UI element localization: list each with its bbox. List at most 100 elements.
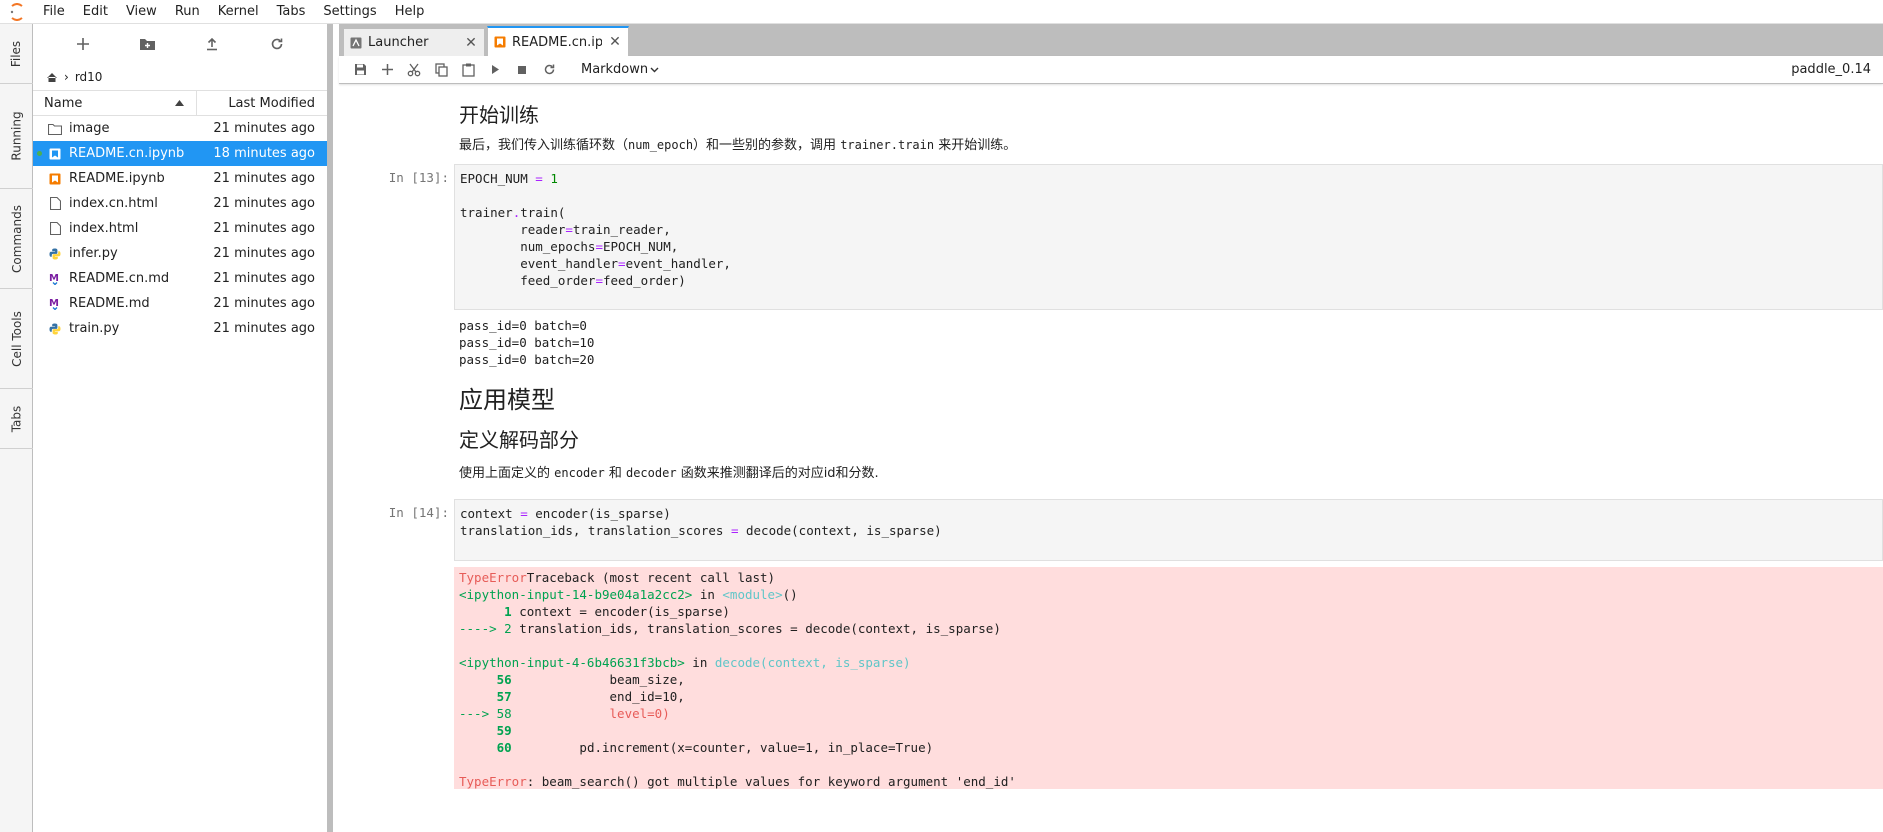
plus-icon [77, 38, 90, 50]
menu-bar: File Edit View Run Kernel Tabs Settings … [0, 0, 1883, 24]
menu-tabs[interactable]: Tabs [268, 0, 315, 24]
breadcrumb: › rd10 [33, 64, 327, 90]
output-line: pass_id=0 batch=10 [459, 335, 595, 350]
menu-run[interactable]: Run [166, 0, 209, 24]
left-activity-bar: Files Running Commands Cell Tools Tabs [0, 24, 33, 832]
file-item[interactable]: index.cn.html 21 minutes ago [33, 191, 327, 216]
paste-button[interactable] [455, 58, 481, 82]
kernel-name[interactable]: paddle_0.14 [1791, 62, 1871, 77]
file-name: infer.py [69, 246, 118, 261]
file-modified: 21 minutes ago [213, 271, 315, 286]
new-folder-button[interactable] [134, 30, 162, 58]
notebook-toolbar: Markdown paddle_0.14 [339, 56, 1883, 84]
cut-button[interactable] [401, 58, 427, 82]
insert-cell-button[interactable] [374, 58, 400, 82]
paste-icon [461, 63, 475, 77]
file-name: index.cn.html [69, 196, 158, 211]
file-name: README.cn.ipynb [69, 146, 185, 161]
close-icon[interactable]: ✕ [464, 35, 478, 51]
interrupt-button[interactable] [509, 58, 535, 82]
column-header-name[interactable]: Name [33, 91, 197, 115]
chevron-down-icon [650, 67, 659, 72]
output-line: pass_id=0 batch=0 [459, 318, 587, 333]
decoder-description: 使用上面定义的 encoder 和 decoder 函数来推测翻译后的对应id和… [459, 466, 879, 481]
left-tab-tabs[interactable]: Tabs [0, 389, 33, 449]
file-icon [47, 196, 63, 212]
restart-kernel-button[interactable] [536, 58, 562, 82]
code-cell-14[interactable]: context = encoder(is_sparse) translation… [454, 499, 1883, 561]
left-tab-commands[interactable]: Commands [0, 189, 33, 289]
scissors-icon [407, 63, 421, 76]
refresh-icon [271, 38, 283, 50]
file-modified: 21 minutes ago [213, 121, 315, 136]
cell-type-dropdown[interactable]: Markdown [581, 62, 659, 77]
tab-label: README.cn.ipy [512, 34, 602, 50]
file-item[interactable]: index.html 21 minutes ago [33, 216, 327, 241]
notebook-icon [494, 36, 506, 48]
tab-readme-cn-ipynb[interactable]: README.cn.ipy ✕ [487, 26, 629, 56]
file-browser-toolbar [33, 24, 327, 64]
left-tab-cell-tools[interactable]: Cell Tools [0, 289, 33, 389]
file-item[interactable]: image 21 minutes ago [33, 116, 327, 141]
file-name: README.md [69, 296, 150, 311]
menu-help[interactable]: Help [386, 0, 434, 24]
save-button[interactable] [347, 58, 373, 82]
code-cell-13[interactable]: EPOCH_NUM = 1 trainer.train( reader=trai… [454, 164, 1883, 310]
file-modified: 21 minutes ago [213, 196, 315, 211]
save-icon [354, 64, 366, 75]
refresh-button[interactable] [263, 30, 291, 58]
svg-text:M: M [49, 298, 59, 309]
left-tab-files[interactable]: Files [0, 24, 33, 84]
breadcrumb-folder[interactable]: rd10 [75, 70, 103, 84]
refresh-icon [544, 64, 554, 75]
file-item[interactable]: README.ipynb 21 minutes ago [33, 166, 327, 191]
file-name: image [69, 121, 110, 136]
tab-launcher[interactable]: Launcher ✕ [343, 28, 485, 56]
file-item[interactable]: M README.cn.md 21 minutes ago [33, 266, 327, 291]
svg-text:M: M [49, 273, 59, 284]
home-icon[interactable] [46, 72, 58, 83]
launcher-icon [350, 37, 362, 48]
menu-settings[interactable]: Settings [314, 0, 385, 24]
copy-button[interactable] [428, 58, 454, 82]
plus-icon [381, 64, 393, 75]
file-item[interactable]: infer.py 21 minutes ago [33, 241, 327, 266]
file-modified: 21 minutes ago [213, 296, 315, 311]
menu-view[interactable]: View [117, 0, 166, 24]
folder-icon [47, 121, 63, 137]
new-launcher-button[interactable] [69, 30, 97, 58]
file-item[interactable]: train.py 21 minutes ago [33, 316, 327, 341]
left-tab-running[interactable]: Running [0, 84, 33, 189]
file-modified: 21 minutes ago [213, 321, 315, 336]
file-name: index.html [69, 221, 139, 236]
column-header-modified[interactable]: Last Modified [197, 96, 327, 111]
menu-kernel[interactable]: Kernel [209, 0, 268, 24]
heading-apply-model: 应用模型 [459, 386, 555, 414]
error-output: TypeErrorTraceback (most recent call las… [454, 567, 1883, 789]
heading-start-training: 开始训练 [459, 103, 539, 127]
document-tab-bar: Launcher ✕ README.cn.ipy ✕ [339, 24, 1883, 56]
training-description: 最后，我们传入训练循环数（num_epoch）和一些别的参数，调用 traine… [459, 138, 1017, 153]
running-indicator-icon [37, 151, 42, 156]
run-button[interactable] [482, 58, 508, 82]
tab-label: Launcher [368, 35, 429, 50]
menu-file[interactable]: File [34, 0, 74, 24]
file-browser: › rd10 Name Last Modified image 21 minute… [33, 24, 333, 832]
upload-icon [207, 37, 218, 51]
upload-button[interactable] [198, 30, 226, 58]
file-name: README.ipynb [69, 171, 165, 186]
python-icon [47, 246, 63, 262]
file-modified: 21 minutes ago [213, 221, 315, 236]
heading-define-decoder: 定义解码部分 [459, 428, 579, 452]
notebook-icon [47, 146, 63, 162]
jupyter-logo-icon [0, 0, 34, 24]
file-item[interactable]: M README.md 21 minutes ago [33, 291, 327, 316]
menu-edit[interactable]: Edit [74, 0, 117, 24]
copy-icon [434, 62, 448, 77]
cell-prompt: In [13]: [388, 170, 449, 185]
output-line: pass_id=0 batch=20 [459, 352, 595, 367]
file-item[interactable]: README.cn.ipynb 18 minutes ago [33, 141, 327, 166]
close-icon[interactable]: ✕ [608, 34, 622, 50]
notebook-panel: 开始训练 最后，我们传入训练循环数（num_epoch）和一些别的参数，调用 t… [339, 84, 1883, 832]
markdown-icon: M [47, 296, 63, 312]
